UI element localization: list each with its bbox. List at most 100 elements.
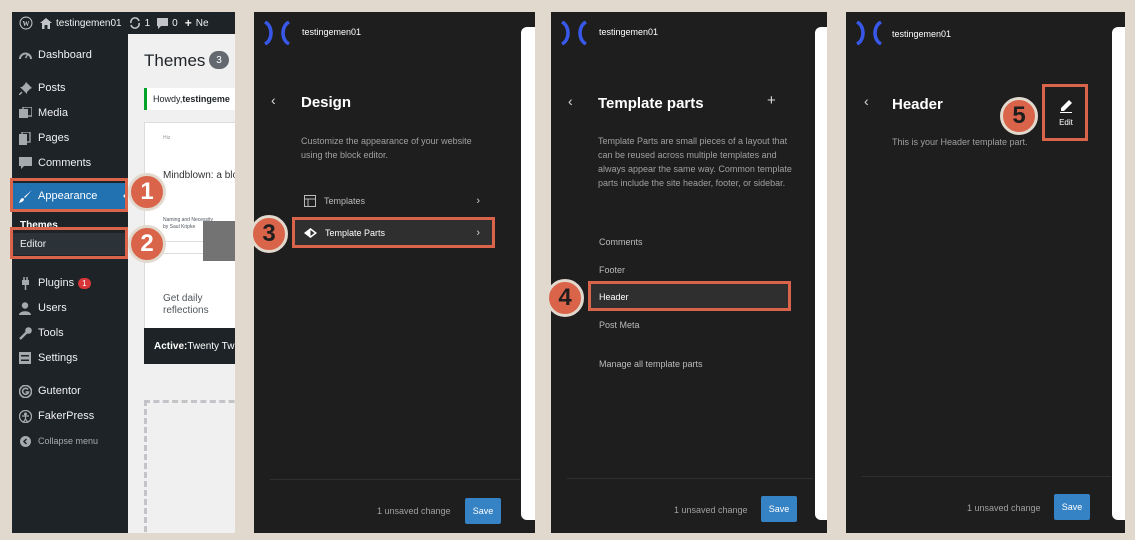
theme-preview-rule bbox=[163, 253, 203, 254]
wrench-icon bbox=[18, 326, 32, 340]
howdy-prefix: Howdy, bbox=[153, 94, 183, 104]
site-name: testingemen01 bbox=[599, 27, 659, 37]
comments-count: 0 bbox=[172, 17, 178, 29]
step-badge-5: 5 bbox=[1000, 97, 1038, 135]
menu-media[interactable]: Media bbox=[12, 102, 128, 124]
dashboard-icon bbox=[18, 48, 32, 62]
menu-pages-label: Pages bbox=[38, 132, 70, 144]
sidebar-title: Header bbox=[892, 96, 943, 113]
manage-template-parts-link[interactable]: Manage all template parts bbox=[599, 359, 703, 369]
back-chevron-icon[interactable]: ‹ bbox=[864, 93, 869, 109]
comments-icon bbox=[18, 156, 32, 170]
template-parts-panel: testingemen01 ‹ Template parts + Templat… bbox=[551, 12, 827, 533]
highlight-header bbox=[588, 281, 791, 311]
menu-dashboard[interactable]: Dashboard bbox=[12, 44, 128, 66]
plugins-update-badge: 1 bbox=[78, 277, 91, 289]
svg-text:W: W bbox=[23, 20, 30, 28]
user-icon bbox=[18, 301, 32, 315]
menu-settings[interactable]: Settings bbox=[12, 347, 128, 369]
active-theme-name: Twenty Tw bbox=[187, 340, 235, 352]
admin-bar-comments[interactable]: 0 bbox=[157, 17, 178, 29]
menu-posts-label: Posts bbox=[38, 82, 66, 94]
theme-preview-site-title: Hiz bbox=[163, 135, 171, 141]
home-icon bbox=[40, 17, 52, 29]
site-logo-icon[interactable] bbox=[264, 21, 290, 45]
menu-posts[interactable]: Posts bbox=[12, 77, 128, 99]
menu-settings-label: Settings bbox=[38, 352, 78, 364]
admin-bar-site[interactable]: testingemen01 bbox=[40, 17, 122, 29]
menu-gutentor[interactable]: Gutentor bbox=[12, 380, 128, 402]
theme-preview-rule bbox=[163, 241, 203, 242]
menu-users[interactable]: Users bbox=[12, 297, 128, 319]
design-panel: testingemen01 ‹ Design Customize the app… bbox=[254, 12, 535, 533]
step-badge-4: 4 bbox=[546, 279, 584, 317]
fakerpress-icon bbox=[18, 409, 32, 423]
howdy-name: testingeme bbox=[182, 94, 230, 104]
menu-media-label: Media bbox=[38, 107, 68, 119]
menu-pages[interactable]: Pages bbox=[12, 127, 128, 149]
list-item-footer[interactable]: Footer bbox=[599, 265, 625, 275]
unsaved-changes-text[interactable]: 1 unsaved change bbox=[377, 506, 451, 516]
save-button[interactable]: Save bbox=[761, 496, 797, 522]
howdy-notice: Howdy, testingeme bbox=[144, 88, 235, 110]
menu-comments-label: Comments bbox=[38, 157, 92, 169]
wordpress-logo-icon[interactable]: W bbox=[19, 16, 33, 30]
gutentor-icon bbox=[18, 384, 32, 398]
list-item-post-meta[interactable]: Post Meta bbox=[599, 320, 640, 330]
back-chevron-icon[interactable]: ‹ bbox=[271, 92, 276, 108]
save-button[interactable]: Save bbox=[465, 498, 501, 524]
updates-count: 1 bbox=[144, 17, 151, 29]
site-name: testingemen01 bbox=[302, 27, 362, 37]
site-name: testingemen01 bbox=[892, 29, 952, 39]
site-logo-icon[interactable] bbox=[856, 21, 882, 45]
highlight-edit bbox=[1042, 84, 1088, 141]
unsaved-changes-text[interactable]: 1 unsaved change bbox=[967, 503, 1041, 513]
theme-preview-daily-2: reflections bbox=[163, 305, 209, 316]
theme-preview-overlay bbox=[203, 221, 235, 261]
menu-tools[interactable]: Tools bbox=[12, 322, 128, 344]
back-chevron-icon[interactable]: ‹ bbox=[568, 93, 573, 109]
sidebar-title: Design bbox=[301, 94, 352, 111]
nav-templates[interactable]: Templates › bbox=[294, 188, 494, 214]
updates-icon bbox=[129, 17, 140, 29]
highlight-editor bbox=[10, 227, 128, 259]
active-label: Active: bbox=[154, 340, 188, 352]
menu-comments[interactable]: Comments bbox=[12, 152, 128, 174]
step-badge-1: 1 bbox=[128, 173, 166, 211]
menu-fakerpress[interactable]: FakerPress bbox=[12, 405, 128, 427]
save-button[interactable]: Save bbox=[1054, 494, 1090, 520]
unsaved-changes-text[interactable]: 1 unsaved change bbox=[674, 505, 748, 515]
settings-sliders-icon bbox=[18, 351, 32, 365]
page-title: Themes bbox=[144, 51, 206, 70]
admin-bar-new[interactable]: + Ne bbox=[185, 16, 209, 30]
menu-fakerpress-label: FakerPress bbox=[38, 410, 95, 422]
footer-divider bbox=[567, 478, 813, 479]
menu-users-label: Users bbox=[38, 302, 67, 314]
sidebar-description: Customize the appearance of your website… bbox=[301, 136, 472, 160]
theme-preview-heading: Mindblown: a blog bbox=[163, 170, 235, 181]
add-theme-placeholder[interactable] bbox=[144, 400, 235, 533]
new-label: Ne bbox=[195, 17, 209, 29]
menu-plugins[interactable]: Plugins 1 bbox=[12, 272, 128, 294]
editor-canvas-edge bbox=[521, 27, 535, 520]
menu-plugins-label: Plugins bbox=[38, 277, 75, 289]
footer-divider bbox=[270, 479, 520, 480]
highlight-template-parts bbox=[292, 217, 495, 248]
themes-page: Themes 3 Howdy, testingeme Hiz Mindblown… bbox=[128, 34, 235, 533]
sidebar-title: Template parts bbox=[598, 95, 704, 112]
list-item-comments[interactable]: Comments bbox=[599, 237, 643, 247]
plus-icon: + bbox=[184, 16, 192, 30]
menu-tools-label: Tools bbox=[38, 327, 64, 339]
editor-canvas-edge bbox=[1112, 27, 1125, 520]
footer-divider bbox=[862, 476, 1111, 477]
admin-bar-updates[interactable]: 1 bbox=[129, 17, 151, 29]
chevron-right-icon: › bbox=[476, 195, 480, 207]
menu-collapse-label: Collapse menu bbox=[38, 436, 99, 446]
theme-preview-daily-1: Get daily bbox=[163, 293, 203, 304]
site-logo-icon[interactable] bbox=[561, 21, 587, 45]
menu-gutentor-label: Gutentor bbox=[38, 385, 81, 397]
plug-icon bbox=[18, 276, 32, 290]
add-template-part-plus-icon[interactable]: + bbox=[767, 92, 776, 109]
menu-collapse[interactable]: Collapse menu bbox=[12, 430, 128, 452]
admin-bar: W testingemen01 1 0 + Ne bbox=[12, 12, 235, 34]
